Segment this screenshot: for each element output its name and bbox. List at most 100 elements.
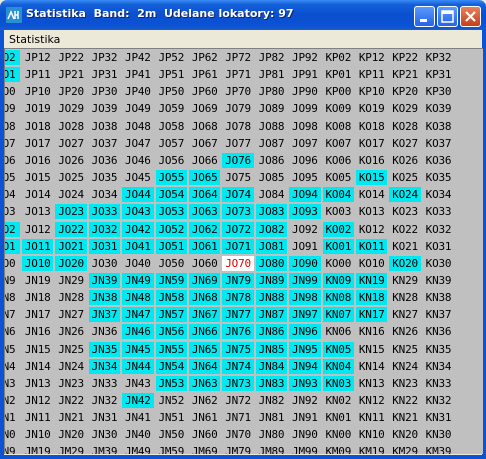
locator-cell-jn67[interactable]: JN67 bbox=[189, 307, 221, 323]
locator-cell-kn05[interactable]: KN05 bbox=[322, 341, 354, 357]
locator-cell-n3[interactable]: N3 bbox=[5, 376, 20, 391]
locator-cell-jo77[interactable]: JO77 bbox=[222, 136, 253, 151]
locator-cell-kp11[interactable]: KP11 bbox=[356, 67, 387, 82]
locator-cell-kn33[interactable]: KN33 bbox=[423, 376, 454, 391]
locator-cell-jp10[interactable]: JP10 bbox=[22, 84, 53, 99]
locator-cell-jo25[interactable]: JO25 bbox=[55, 170, 86, 185]
locator-cell-jo94[interactable]: JO94 bbox=[289, 187, 321, 203]
locator-cell-jn86[interactable]: JN86 bbox=[255, 324, 288, 340]
locator-cell-jn80[interactable]: JN80 bbox=[256, 427, 287, 442]
locator-cell-jo66[interactable]: JO66 bbox=[189, 153, 220, 168]
locator-cell-ko27[interactable]: KO27 bbox=[389, 136, 420, 151]
locator-cell-jo59[interactable]: JO59 bbox=[156, 101, 187, 116]
locator-cell-jo54[interactable]: JO54 bbox=[155, 187, 187, 203]
locator-cell-jo87[interactable]: JO87 bbox=[256, 136, 287, 151]
locator-cell-jo24[interactable]: JO24 bbox=[55, 187, 86, 202]
locator-cell-o8[interactable]: O8 bbox=[5, 119, 20, 134]
locator-cell-ko36[interactable]: KO36 bbox=[423, 153, 454, 168]
locator-cell-jn20[interactable]: JN20 bbox=[55, 427, 86, 442]
locator-cell-n4[interactable]: N4 bbox=[5, 359, 20, 374]
locator-cell-jp21[interactable]: JP21 bbox=[55, 67, 86, 82]
locator-cell-o6[interactable]: O6 bbox=[5, 153, 20, 168]
locator-cell-jn78[interactable]: JN78 bbox=[222, 290, 254, 306]
locator-cell-jn17[interactable]: JN17 bbox=[22, 307, 53, 322]
locator-cell-n0[interactable]: N0 bbox=[5, 427, 20, 442]
locator-cell-o1[interactable]: O1 bbox=[5, 67, 20, 83]
locator-cell-jp50[interactable]: JP50 bbox=[156, 84, 187, 99]
locator-cell-ko13[interactable]: KO13 bbox=[356, 204, 387, 219]
locator-cell-jn14[interactable]: JN14 bbox=[22, 359, 53, 374]
locator-cell-kn09[interactable]: KN09 bbox=[322, 272, 354, 288]
locator-cell-kp31[interactable]: KP31 bbox=[423, 67, 454, 82]
locator-cell-jo14[interactable]: JO14 bbox=[22, 187, 53, 202]
locator-cell-kn34[interactable]: KN34 bbox=[423, 359, 454, 374]
locator-cell-jo61[interactable]: JO61 bbox=[189, 238, 221, 254]
locator-cell-ko20[interactable]: KO20 bbox=[389, 255, 421, 271]
locator-cell-jo48[interactable]: JO48 bbox=[122, 119, 153, 134]
locator-cell-jm19[interactable]: JM19 bbox=[22, 444, 53, 454]
locator-cell-jn22[interactable]: JN22 bbox=[55, 393, 86, 408]
locator-cell-ko09[interactable]: KO09 bbox=[323, 101, 354, 116]
locator-cell-jn53[interactable]: JN53 bbox=[155, 375, 187, 391]
locator-cell-jm79[interactable]: JM79 bbox=[222, 444, 253, 454]
locator-cell-ko34[interactable]: KO34 bbox=[423, 187, 454, 202]
locator-cell-kp10[interactable]: KP10 bbox=[356, 84, 387, 99]
locator-cell-jn52[interactable]: JN52 bbox=[156, 393, 187, 408]
locator-cell-km29[interactable]: KM29 bbox=[389, 444, 420, 454]
locator-cell-jp90[interactable]: JP90 bbox=[289, 84, 320, 99]
locator-cell-ko32[interactable]: KO32 bbox=[423, 222, 454, 237]
locator-cell-jn62[interactable]: JN62 bbox=[189, 393, 220, 408]
locator-cell-ko26[interactable]: KO26 bbox=[389, 153, 420, 168]
locator-cell-kn28[interactable]: KN28 bbox=[389, 290, 420, 305]
maximize-button[interactable] bbox=[437, 6, 458, 27]
locator-cell-kp22[interactable]: KP22 bbox=[389, 50, 420, 65]
locator-cell-jn87[interactable]: JN87 bbox=[255, 307, 288, 323]
locator-cell-kn32[interactable]: KN32 bbox=[423, 393, 454, 408]
locator-cell-kn38[interactable]: KN38 bbox=[423, 290, 454, 305]
locator-cell-jo39[interactable]: JO39 bbox=[89, 101, 120, 116]
locator-cell-jo47[interactable]: JO47 bbox=[122, 136, 153, 151]
close-button[interactable] bbox=[460, 6, 481, 27]
locator-cell-ko19[interactable]: KO19 bbox=[356, 101, 387, 116]
locator-cell-ko17[interactable]: KO17 bbox=[356, 136, 387, 151]
locator-cell-n2[interactable]: N2 bbox=[5, 393, 20, 408]
locator-cell-jn39[interactable]: JN39 bbox=[88, 272, 121, 288]
locator-cell-jo99[interactable]: JO99 bbox=[289, 101, 320, 116]
locator-cell-jn58[interactable]: JN58 bbox=[155, 290, 187, 306]
locator-cell-jn68[interactable]: JN68 bbox=[189, 290, 221, 306]
locator-cell-jn37[interactable]: JN37 bbox=[88, 307, 121, 323]
locator-cell-jm49[interactable]: JM49 bbox=[122, 444, 153, 454]
locator-cell-ko30[interactable]: KO30 bbox=[423, 256, 454, 271]
locator-cell-jn48[interactable]: JN48 bbox=[122, 290, 154, 306]
locator-cell-jo67[interactable]: JO67 bbox=[189, 136, 220, 151]
locator-cell-jn71[interactable]: JN71 bbox=[222, 410, 253, 425]
locator-cell-kn30[interactable]: KN30 bbox=[423, 427, 454, 442]
locator-cell-ko25[interactable]: KO25 bbox=[389, 170, 420, 185]
locator-cell-jn25[interactable]: JN25 bbox=[55, 342, 86, 357]
locator-cell-jo81[interactable]: JO81 bbox=[255, 238, 288, 254]
locator-cell-jn83[interactable]: JN83 bbox=[255, 375, 288, 391]
locator-cell-jn46[interactable]: JN46 bbox=[122, 324, 154, 340]
locator-cell-n6[interactable]: N6 bbox=[5, 324, 20, 339]
locator-cell-jn47[interactable]: JN47 bbox=[122, 307, 154, 323]
locator-cell-o4[interactable]: O4 bbox=[5, 187, 20, 202]
locator-cell-kn14[interactable]: KN14 bbox=[356, 359, 387, 374]
locator-cell-kp02[interactable]: KP02 bbox=[323, 50, 354, 65]
locator-cell-jn29[interactable]: JN29 bbox=[55, 273, 86, 288]
locator-cell-jp70[interactable]: JP70 bbox=[222, 84, 253, 99]
locator-cell-jo73[interactable]: JO73 bbox=[222, 204, 254, 220]
locator-cell-kp32[interactable]: KP32 bbox=[423, 50, 454, 65]
locator-cell-jn12[interactable]: JN12 bbox=[22, 393, 53, 408]
locator-cell-kn12[interactable]: KN12 bbox=[356, 393, 387, 408]
locator-cell-kp00[interactable]: KP00 bbox=[323, 84, 354, 99]
locator-cell-jo74[interactable]: JO74 bbox=[222, 187, 254, 203]
locator-cell-ko31[interactable]: KO31 bbox=[423, 239, 454, 254]
locator-cell-ko35[interactable]: KO35 bbox=[423, 170, 454, 185]
locator-cell-kn08[interactable]: KN08 bbox=[322, 290, 354, 306]
locator-cell-jn89[interactable]: JN89 bbox=[255, 272, 288, 288]
locator-cell-n9[interactable]: N9 bbox=[5, 444, 20, 454]
locator-cell-jn61[interactable]: JN61 bbox=[189, 410, 220, 425]
locator-cell-kn19[interactable]: KN19 bbox=[356, 272, 388, 288]
locator-cell-jo19[interactable]: JO19 bbox=[22, 101, 53, 116]
locator-cell-jo30[interactable]: JO30 bbox=[89, 256, 120, 271]
